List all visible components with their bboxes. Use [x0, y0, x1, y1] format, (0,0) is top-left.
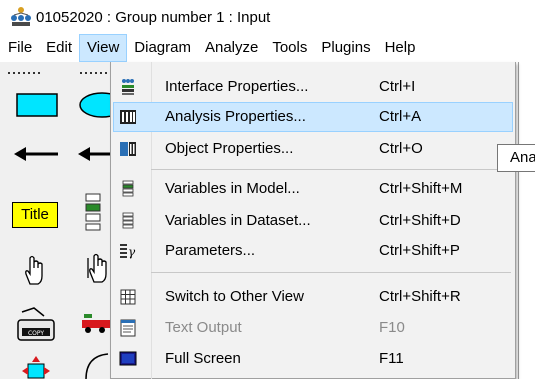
- full-screen-icon: [119, 351, 137, 366]
- menu-item-label: Parameters...: [165, 242, 256, 259]
- dotted-line-icon[interactable]: [80, 68, 110, 78]
- menu-item-label: Object Properties...: [165, 140, 294, 157]
- title-bar: 01052020 : Group number 1 : Input: [0, 0, 535, 34]
- menu-item-variables-in-dataset[interactable]: Variables in Dataset... Ctrl+Shift+D: [113, 206, 513, 236]
- tooltip: Ana: [497, 144, 535, 172]
- object-properties-icon: [120, 142, 136, 156]
- menu-item-shortcut: Ctrl+I: [379, 78, 416, 95]
- text-output-icon: [120, 319, 136, 337]
- hand-icon[interactable]: [20, 254, 48, 286]
- menu-item-variables-in-model[interactable]: Variables in Model... Ctrl+Shift+M: [113, 174, 513, 204]
- double-arrow-icon[interactable]: [78, 144, 110, 164]
- menu-item-label: Analysis Properties...: [165, 108, 306, 125]
- menu-item-analysis-properties[interactable]: Analysis Properties... Ctrl+A: [113, 102, 513, 132]
- menu-item-label: Switch to Other View: [165, 288, 304, 305]
- variable-list-icon[interactable]: [84, 192, 102, 232]
- menu-item-shortcut: F10: [379, 319, 405, 336]
- menu-item-label: Full Screen: [165, 350, 241, 367]
- shape-icon[interactable]: [82, 352, 110, 379]
- svg-text:γ: γ: [128, 245, 136, 259]
- toolbox: Title COPY: [0, 62, 110, 379]
- variables-dataset-icon: [122, 212, 134, 229]
- menu-item-shortcut: Ctrl+Shift+P: [379, 242, 460, 259]
- menu-bar: File Edit View Diagram Analyze Tools Plu…: [0, 34, 535, 62]
- window-title: 01052020 : Group number 1 : Input: [36, 8, 271, 26]
- menu-separator: [151, 169, 511, 170]
- switch-view-icon: [120, 289, 136, 305]
- view-menu-dropdown: Interface Properties... Ctrl+I Analysis …: [110, 62, 516, 379]
- menu-plugins[interactable]: Plugins: [314, 34, 377, 62]
- title-tool-label: Title: [21, 206, 49, 223]
- menu-item-label: Variables in Model...: [165, 180, 300, 197]
- menu-item-label: Interface Properties...: [165, 78, 309, 95]
- parameters-icon: γ: [120, 244, 136, 259]
- app-icon: [11, 7, 31, 26]
- title-icon[interactable]: Title: [12, 202, 58, 228]
- menu-item-parameters[interactable]: γ Parameters... Ctrl+Shift+P: [113, 236, 513, 266]
- menu-item-shortcut: Ctrl+Shift+R: [379, 288, 461, 305]
- menu-item-shortcut: F11: [379, 350, 404, 367]
- menu-tools[interactable]: Tools: [265, 34, 314, 62]
- menu-diagram[interactable]: Diagram: [127, 34, 198, 62]
- menu-help[interactable]: Help: [378, 34, 423, 62]
- tooltip-text: Ana: [510, 149, 535, 166]
- svg-text:COPY: COPY: [28, 330, 44, 337]
- variables-model-icon: [122, 180, 134, 197]
- menu-edit[interactable]: Edit: [39, 34, 79, 62]
- dotted-line-icon[interactable]: [8, 68, 44, 78]
- analysis-properties-icon: [120, 110, 136, 124]
- menu-separator: [151, 272, 511, 273]
- menu-item-full-screen[interactable]: Full Screen F11: [113, 344, 513, 374]
- ellipse-icon[interactable]: [78, 90, 110, 120]
- menu-item-switch-view[interactable]: Switch to Other View Ctrl+Shift+R: [113, 282, 513, 312]
- menu-item-interface-properties[interactable]: Interface Properties... Ctrl+I: [113, 72, 513, 102]
- menu-item-label: Text Output: [165, 319, 242, 336]
- menu-analyze[interactable]: Analyze: [198, 34, 265, 62]
- rectangle-icon[interactable]: [16, 90, 58, 120]
- menu-item-object-properties[interactable]: Object Properties... Ctrl+O: [113, 134, 513, 164]
- menu-item-shortcut: Ctrl+A: [379, 108, 422, 125]
- menu-view[interactable]: View: [79, 34, 128, 62]
- menu-item-text-output[interactable]: Text Output F10: [113, 313, 513, 343]
- canvas-area[interactable]: [518, 62, 535, 379]
- menu-item-shortcut: Ctrl+Shift+D: [379, 212, 461, 229]
- menu-item-shortcut: Ctrl+O: [379, 140, 423, 157]
- menu-file[interactable]: File: [0, 34, 39, 62]
- menu-item-label: Variables in Dataset...: [165, 212, 311, 229]
- interface-properties-icon: [122, 79, 134, 95]
- copy-icon[interactable]: COPY: [14, 306, 58, 342]
- truck-icon[interactable]: [80, 306, 110, 336]
- single-arrow-icon[interactable]: [14, 144, 60, 164]
- menu-item-shortcut: Ctrl+Shift+M: [379, 180, 463, 197]
- multi-hand-icon[interactable]: [84, 252, 110, 284]
- move-icon[interactable]: [20, 354, 52, 379]
